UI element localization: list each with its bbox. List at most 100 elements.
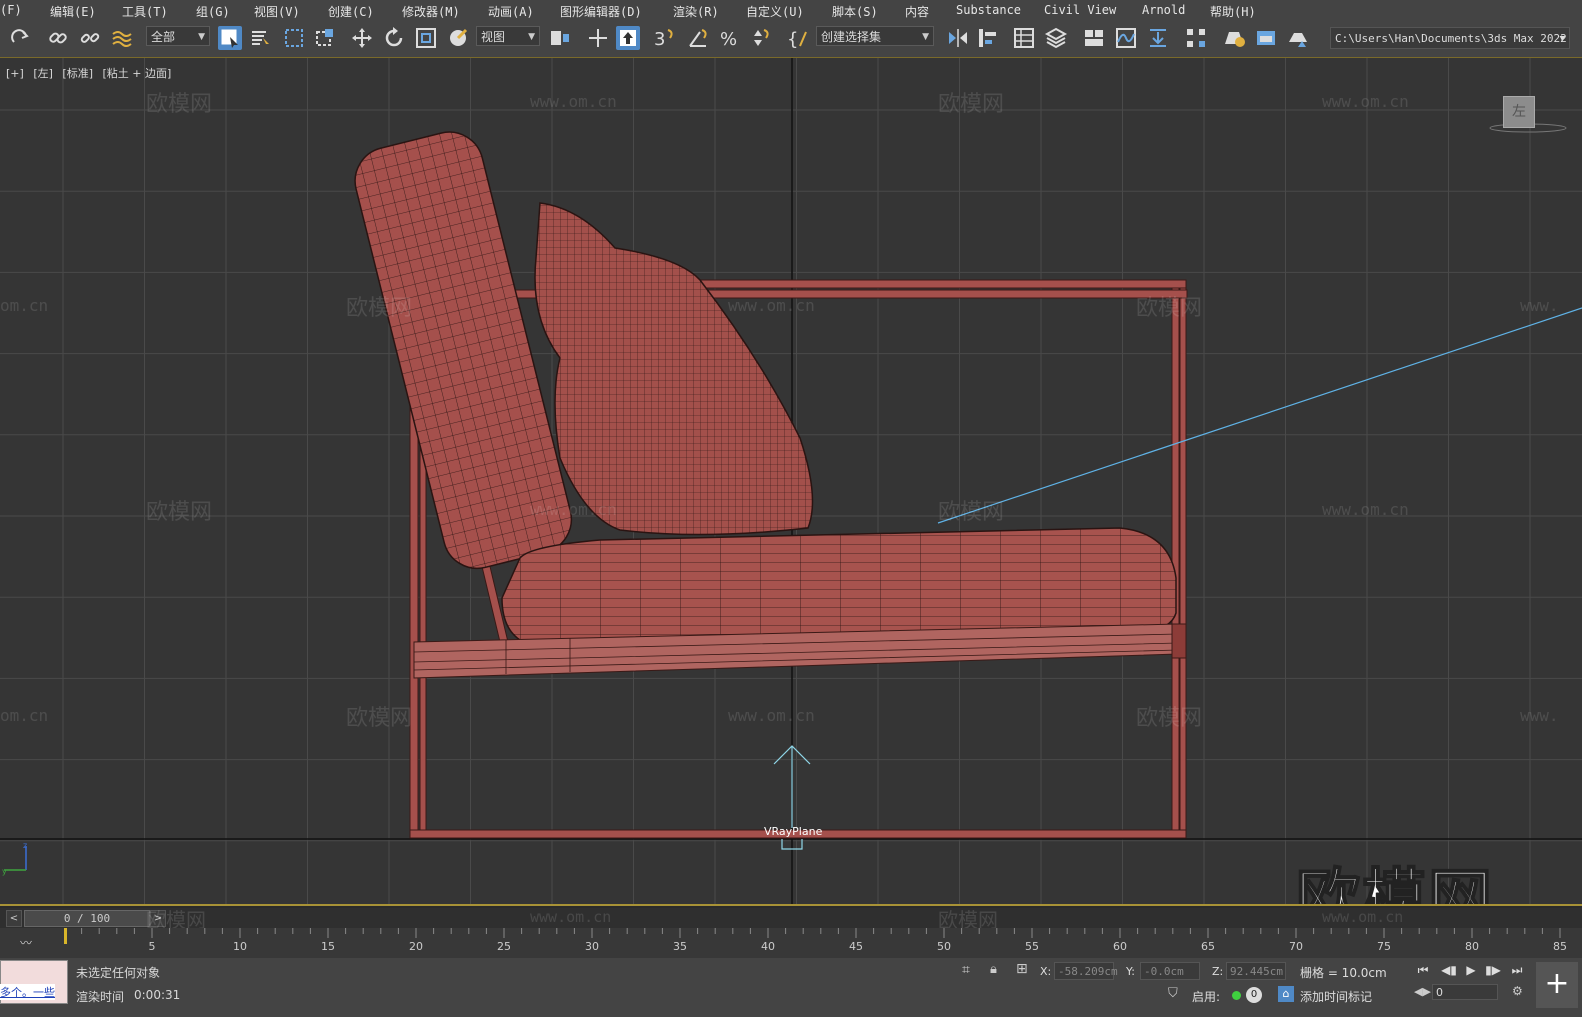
placement-icon[interactable] <box>446 26 470 50</box>
throw-pillow[interactable] <box>534 202 814 536</box>
time-tag-icon[interactable]: ⌂ <box>1278 986 1294 1002</box>
play-icon[interactable]: ▶ <box>1462 963 1480 979</box>
menu-file[interactable]: (F) <box>0 3 22 17</box>
previous-frame-arrow[interactable]: < <box>6 910 22 927</box>
seat-cushion[interactable] <box>501 527 1177 641</box>
z-coordinate-field[interactable]: 92.445cm <box>1226 962 1286 980</box>
scene-explorer-icon[interactable] <box>1012 26 1036 50</box>
maxscript-output-link[interactable]: 多个。一些 <box>0 984 55 1000</box>
spinner-snap-icon[interactable] <box>748 26 772 50</box>
menu-civil-view[interactable]: Civil View <box>1044 3 1116 17</box>
menu-view[interactable]: 视图(V) <box>254 3 300 20</box>
track-bar[interactable]: 〰 5 10 15 20 25 30 35 40 45 50 55 60 65 70 75 80 85 <box>0 928 1582 958</box>
keyboard-shortcut-override-icon[interactable] <box>616 26 640 50</box>
menu-animation[interactable]: 动画(A) <box>488 3 534 20</box>
add-viewport-button[interactable]: + <box>1536 962 1578 1008</box>
y-coordinate-field[interactable]: -0.0cm <box>1140 962 1200 980</box>
redo-icon[interactable] <box>8 26 32 50</box>
isolate-selection-icon[interactable]: ⌗ <box>962 962 970 978</box>
render-production-icon[interactable] <box>1286 26 1310 50</box>
project-path-field[interactable]: C:\Users\Han\Documents\3ds Max 2022 ▼ <box>1330 27 1570 49</box>
current-frame-marker[interactable] <box>64 928 67 944</box>
menu-create[interactable]: 创建(C) <box>328 3 374 20</box>
window-crossing-icon[interactable] <box>314 26 338 50</box>
named-selection-set-dropdown[interactable]: 创建选择集 ▼ <box>816 26 934 46</box>
menu-tools[interactable]: 工具(T) <box>122 3 168 20</box>
curve-editor-icon[interactable] <box>1114 26 1138 50</box>
material-editor-icon[interactable] <box>1184 26 1208 50</box>
menu-group[interactable]: 组(G) <box>196 3 230 20</box>
move-icon[interactable] <box>350 26 374 50</box>
time-slider[interactable]: 0 / 100 <box>24 910 150 927</box>
key-mode-icon[interactable]: ◀▶ <box>1414 985 1431 998</box>
select-by-name-icon[interactable] <box>248 26 272 50</box>
viewport-menu-plus[interactable]: [+] <box>6 67 24 80</box>
edit-named-selection-icon[interactable]: { <box>786 26 810 50</box>
viewport-shading-mode[interactable]: [粘土 + 边面] <box>103 67 172 80</box>
selection-filter-dropdown[interactable]: 全部 ▼ <box>146 26 210 46</box>
previous-key-icon[interactable]: ◀▮ <box>1440 963 1458 979</box>
timeline-tick-label: 85 <box>1553 940 1567 953</box>
current-frame-spinner[interactable]: 0 <box>1432 984 1498 1000</box>
menu-edit[interactable]: 编辑(E) <box>50 3 96 20</box>
next-key-icon[interactable]: ▮▶ <box>1484 963 1502 979</box>
select-object-icon[interactable] <box>218 26 242 50</box>
x-coordinate-field[interactable]: -58.209cm <box>1054 962 1118 980</box>
menu-arnold[interactable]: Arnold <box>1142 3 1185 17</box>
viewport-point-of-view[interactable]: [左] <box>33 67 53 80</box>
x-label: X: <box>1040 965 1052 978</box>
angle-snap-icon[interactable] <box>686 26 710 50</box>
viewport-left[interactable]: z y [+] [左] [标准] [粘土 + 边面] 左 欧模网 www.om.… <box>0 58 1582 906</box>
menu-modifiers[interactable]: 修改器(M) <box>402 3 460 20</box>
adaptive-degradation-icon[interactable]: ⛉ <box>1168 986 1178 1001</box>
rotate-icon[interactable] <box>382 26 406 50</box>
absolute-mode-icon[interactable]: ⊞ <box>1016 961 1028 977</box>
watermark-text: 欧模网 <box>346 296 413 321</box>
watermark-url: www.om.cn <box>530 908 612 926</box>
pivot-center-icon[interactable] <box>548 26 572 50</box>
timeline-tick-label: 65 <box>1201 940 1215 953</box>
watermark-url-partial: www. <box>1520 296 1559 315</box>
menu-substance[interactable]: Substance <box>956 3 1021 17</box>
viewport-label[interactable]: [+] [左] [标准] [粘土 + 边面] <box>6 65 177 81</box>
schematic-view-icon[interactable] <box>1146 26 1170 50</box>
watermark-url-partial: om.cn <box>0 296 49 315</box>
menu-customize[interactable]: 自定义(U) <box>746 3 804 20</box>
bind-space-warp-icon[interactable] <box>110 26 134 50</box>
menu-graph-editors[interactable]: 图形编辑器(D) <box>560 3 642 20</box>
rendered-frame-window-icon[interactable] <box>1254 26 1278 50</box>
timeline-ruler[interactable]: 5 10 15 20 25 30 35 40 45 50 55 60 65 70 75 80 85 <box>64 928 1574 958</box>
menu-rendering[interactable]: 渲染(R) <box>673 3 719 20</box>
mirror-icon[interactable] <box>946 26 970 50</box>
link-icon[interactable] <box>46 26 70 50</box>
snaps-toggle-icon[interactable]: 3 <box>652 26 676 50</box>
svg-text:3: 3 <box>654 29 665 50</box>
menu-content[interactable]: 内容 <box>905 3 929 20</box>
rectangular-selection-icon[interactable] <box>282 26 306 50</box>
selection-lock-icon[interactable]: 🔒︎ <box>990 962 997 977</box>
menu-scripting[interactable]: 脚本(S) <box>832 3 878 20</box>
go-to-start-icon[interactable]: ⏮ <box>1414 963 1432 979</box>
curve-editor-mini-icon[interactable]: 〰 <box>20 934 32 951</box>
go-to-end-icon[interactable]: ⏭ <box>1508 963 1526 979</box>
scale-icon[interactable] <box>414 26 438 50</box>
time-configuration-icon[interactable]: ⚙ <box>1512 984 1523 998</box>
viewport-shading-standard[interactable]: [标准] <box>62 67 93 80</box>
ribbon-toggle-icon[interactable] <box>1082 26 1106 50</box>
align-icon[interactable] <box>976 26 1000 50</box>
enable-count-badge[interactable]: 0 <box>1246 987 1262 1003</box>
unlink-icon[interactable] <box>78 26 102 50</box>
add-time-tag[interactable]: 添加时间标记 <box>1300 988 1372 1005</box>
select-manipulate-icon[interactable] <box>586 26 610 50</box>
viewcube[interactable]: 左 <box>1503 96 1535 128</box>
watermark-text: 欧模网 <box>938 500 1005 525</box>
render-setup-icon[interactable] <box>1222 26 1246 50</box>
svg-text:z: z <box>23 841 27 850</box>
timeline-tick-label: 75 <box>1377 940 1391 953</box>
layer-explorer-icon[interactable] <box>1044 26 1068 50</box>
percent-snap-icon[interactable]: % <box>718 26 742 50</box>
menu-help[interactable]: 帮助(H) <box>1210 3 1256 20</box>
reference-coordinate-dropdown[interactable]: 视图 ▼ <box>476 26 540 46</box>
timeline-tick-label: 25 <box>497 940 511 953</box>
watermark-text: 欧模网 <box>1136 296 1203 321</box>
